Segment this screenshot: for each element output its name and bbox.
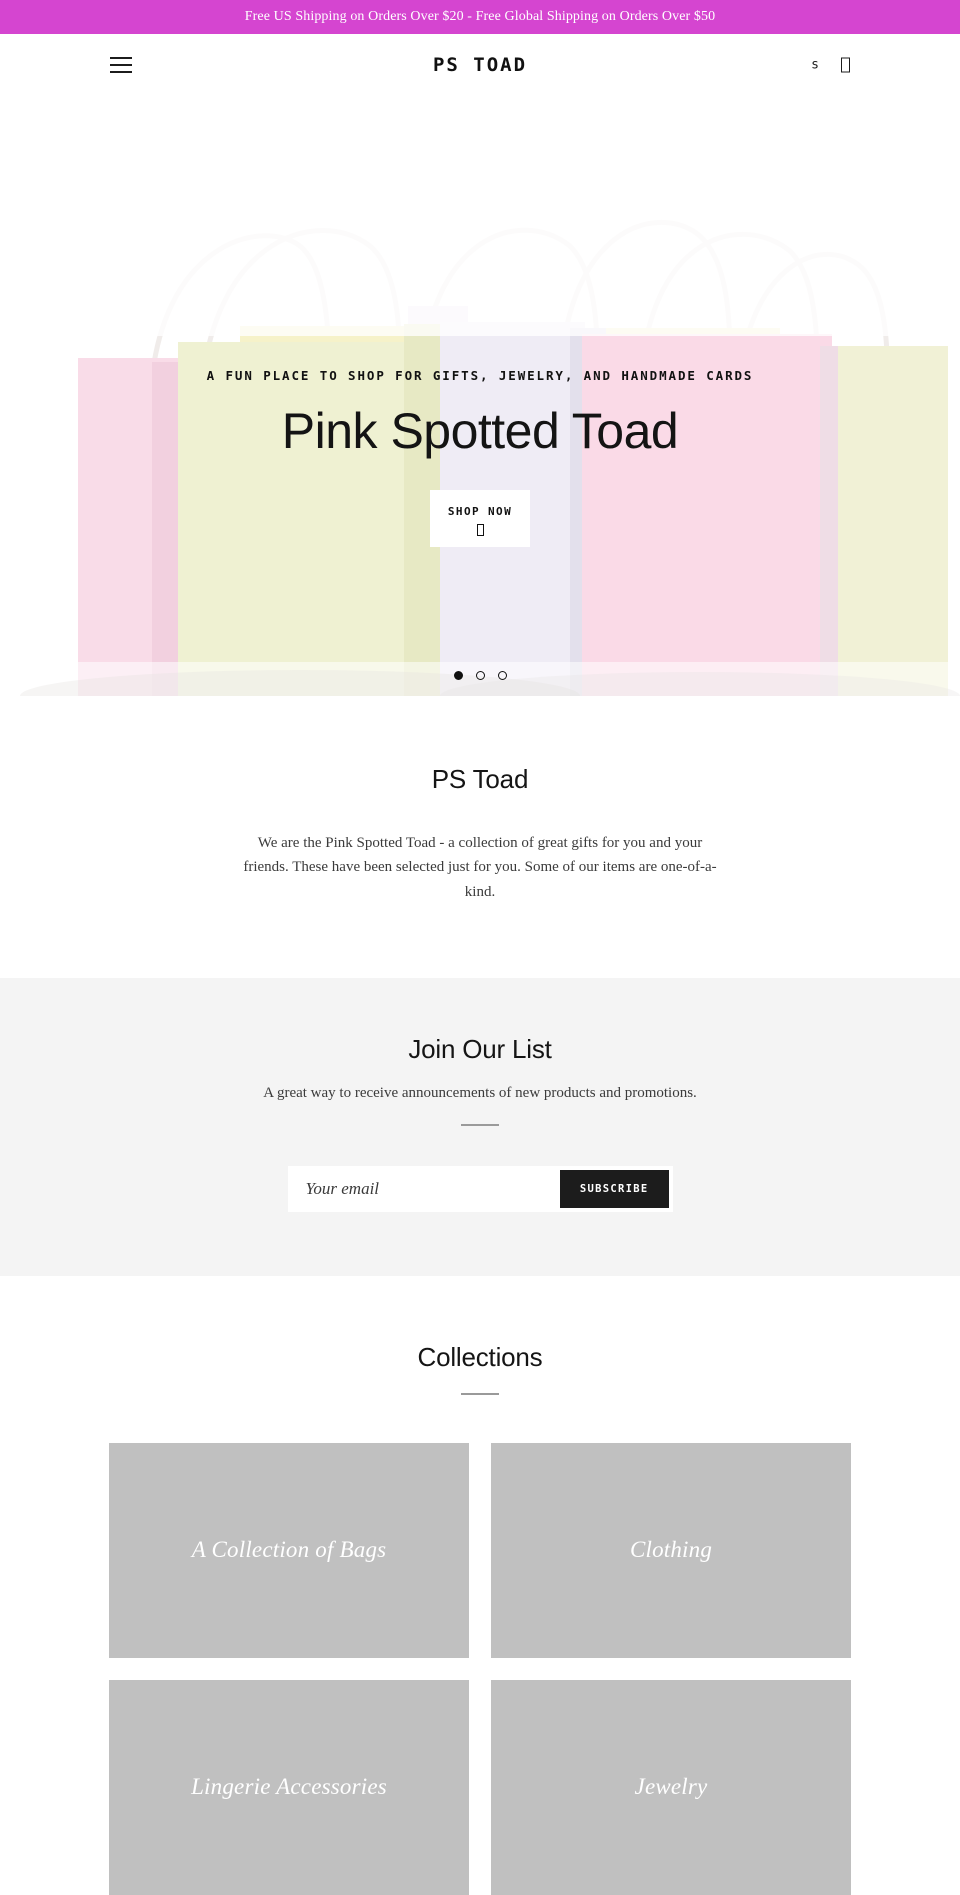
collection-card-label: Jewelry [634,1774,708,1800]
newsletter-title: Join Our List [408,1033,552,1064]
collection-card-jewelry[interactable]: Jewelry [491,1679,851,1895]
collections-divider [461,1392,499,1395]
newsletter-section: Join Our List A great way to receive ann… [0,977,960,1276]
hero-content: A FUN PLACE TO SHOP FOR GIFTS, JEWELRY, … [0,368,960,548]
slideshow-dot-3[interactable] [497,671,507,680]
shop-now-sub-glyph [476,524,484,537]
collections-section: Collections A Collection of Bags Clothin… [0,1275,960,1895]
intro-title: PS Toad [431,764,529,794]
newsletter-email-input[interactable] [287,1165,560,1212]
newsletter-form: SUBSCRIBE [287,1165,673,1212]
header-actions: s [811,57,850,73]
collections-grid: A Collection of Bags Clothing Lingerie A… [109,1442,851,1895]
newsletter-subtitle: A great way to receive announcements of … [263,1084,697,1101]
hero-slideshow: A FUN PLACE TO SHOP FOR GIFTS, JEWELRY, … [0,96,960,696]
shop-now-label: SHOP NOW [447,504,513,518]
intro-body: We are the Pink Spotted Toad - a collect… [243,835,717,900]
shop-now-button[interactable]: SHOP NOW [429,489,531,548]
newsletter-subscribe-button[interactable]: SUBSCRIBE [559,1169,669,1208]
cart-icon-glyph [841,57,850,73]
collection-card-clothing[interactable]: Clothing [491,1442,851,1658]
collection-card-label: Clothing [629,1537,713,1563]
collection-card-bags[interactable]: A Collection of Bags [109,1442,469,1658]
search-icon[interactable]: s [811,59,819,72]
intro-section: PS Toad We are the Pink Spotted Toad - a… [0,696,960,978]
hero-eyebrow: A FUN PLACE TO SHOP FOR GIFTS, JEWELRY, … [206,368,754,383]
slideshow-dot-1[interactable] [453,671,463,680]
cart-icon[interactable] [841,57,850,73]
slideshow-dot-2[interactable] [475,671,485,680]
collection-card-label: A Collection of Bags [191,1537,387,1563]
collection-card-lingerie-accessories[interactable]: Lingerie Accessories [109,1679,469,1895]
newsletter-divider [461,1123,499,1126]
slideshow-dots [0,671,960,680]
search-icon-glyph: s [811,57,819,73]
collection-card-label: Lingerie Accessories [191,1774,387,1800]
announcement-bar: Free US Shipping on Orders Over $20 - Fr… [0,0,960,34]
announcement-text: Free US Shipping on Orders Over $20 - Fr… [244,9,716,24]
hero-title: Pink Spotted Toad [281,403,679,459]
site-header: PS TOAD s [0,34,960,96]
collections-title: Collections [417,1341,543,1372]
